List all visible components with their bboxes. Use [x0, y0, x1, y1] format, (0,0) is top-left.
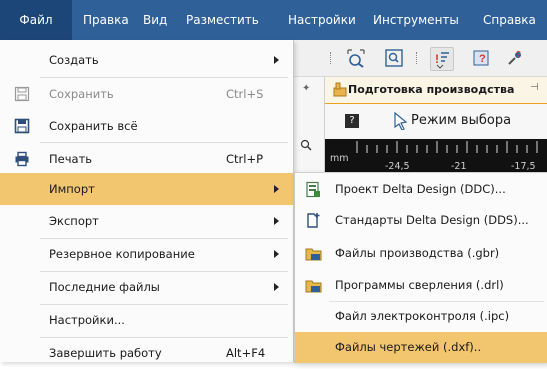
production-panel-header: Подготовка производства ⊣ — [325, 77, 547, 105]
menu-edit[interactable]: Правка — [83, 0, 129, 40]
selection-mode-button[interactable]: Режим выбора — [411, 104, 511, 138]
svg-text:?: ? — [479, 53, 486, 65]
drill-icon — [305, 277, 322, 294]
submenu-item-gerber[interactable]: Файлы производства (.gbr) — [295, 238, 547, 269]
save-icon — [14, 86, 30, 102]
toolbar-separator — [330, 52, 333, 64]
menu-item-export[interactable]: Экспорт — [0, 205, 293, 237]
submenu-item-dxf[interactable]: Файлы чертежей (.dxf).. — [295, 332, 547, 363]
submenu-item-label: Программы сверления (.drl) — [335, 278, 504, 292]
menu-item-label: Последние файлы — [49, 280, 160, 294]
zoom-window-icon[interactable] — [383, 47, 405, 69]
menu-bar: Файл Правка Вид Разместить Настройки Инс… — [0, 0, 547, 40]
gerber-icon — [305, 245, 322, 262]
menu-item-label: Завершить работу — [49, 346, 162, 360]
menu-item-recent-files[interactable]: Последние файлы — [0, 271, 293, 303]
submenu-item-label: Файлы производства (.gbr) — [335, 246, 500, 260]
submenu-arrow-icon — [274, 185, 279, 193]
menu-item-label: Импорт — [49, 182, 95, 196]
save-all-icon — [14, 118, 30, 134]
file-menu: Создать Сохранить Ctrl+S Сохранить всё П… — [0, 40, 294, 362]
link-icon[interactable]: ? — [504, 47, 526, 69]
submenu-item-ipc[interactable]: Файл электроконтроля (.ipc) — [295, 301, 547, 332]
menu-item-backup[interactable]: Резервное копирование — [0, 238, 293, 270]
cursor-icon — [393, 111, 409, 133]
pin-icon[interactable]: ✦ — [302, 83, 310, 94]
panel-title: Подготовка производства — [348, 83, 515, 96]
menu-item-save[interactable]: Сохранить Ctrl+S — [0, 78, 293, 110]
check-icon[interactable]: ? — [470, 47, 492, 69]
mode-bar: ? Режим выбора — [325, 104, 547, 138]
submenu-item-label: Стандарты Delta Design (DDS)... — [335, 213, 529, 227]
submenu-arrow-icon — [274, 217, 279, 225]
menu-item-label: Настройки... — [49, 313, 125, 327]
menu-item-import[interactable]: Импорт — [0, 173, 293, 205]
ruler-tick-label: -17,5 — [511, 161, 536, 172]
project-icon — [305, 181, 322, 198]
menu-item-exit[interactable]: Завершить работу Alt+F4 — [0, 337, 293, 369]
menu-place[interactable]: Разместить — [186, 0, 259, 40]
printer-icon — [14, 151, 30, 167]
toolbar: ! ? ? — [290, 40, 547, 77]
search-icon[interactable] — [300, 139, 312, 154]
menu-item-label: Экспорт — [49, 214, 99, 228]
pin-icon[interactable]: ⊣ — [530, 82, 539, 93]
menu-item-label: Создать — [49, 53, 99, 67]
menu-help[interactable]: Справка — [483, 0, 536, 40]
svg-text:!: ! — [435, 52, 439, 66]
submenu-item-label: Проект Delta Design (DDC)... — [335, 182, 506, 196]
toolbar-separator — [416, 52, 419, 64]
menu-item-create[interactable]: Создать — [0, 44, 293, 76]
svg-text:?: ? — [516, 50, 521, 59]
zoom-fit-icon[interactable] — [345, 47, 367, 69]
import-submenu: Проект Delta Design (DDC)... Стандарты D… — [294, 172, 547, 363]
ruler-unit: mm — [330, 153, 349, 164]
menu-settings[interactable]: Настройки — [288, 0, 356, 40]
menu-view[interactable]: Вид — [143, 0, 167, 40]
menu-item-label: Сохранить — [49, 87, 114, 101]
menu-item-shortcut: Alt+F4 — [226, 346, 266, 360]
menu-item-label: Печать — [49, 152, 93, 166]
menu-item-print[interactable]: Печать Ctrl+P — [0, 143, 293, 175]
menu-item-shortcut: Ctrl+S — [226, 87, 264, 101]
help-icon[interactable]: ? — [345, 114, 359, 128]
menu-item-label: Резервное копирование — [49, 247, 195, 261]
menu-item-save-all[interactable]: Сохранить всё — [0, 110, 293, 142]
sort-icon[interactable]: ! — [430, 47, 454, 71]
submenu-item-label: Файл электроконтроля (.ipc) — [335, 309, 510, 323]
ruler-tick-label: -24,5 — [385, 161, 410, 172]
submenu-arrow-icon — [274, 283, 279, 291]
submenu-arrow-icon — [274, 250, 279, 258]
menu-item-settings[interactable]: Настройки... — [0, 304, 293, 336]
submenu-item-label: Файлы чертежей (.dxf).. — [335, 340, 482, 354]
submenu-arrow-icon — [274, 56, 279, 64]
menu-file[interactable]: Файл — [0, 0, 72, 40]
menu-item-label: Сохранить всё — [49, 119, 138, 133]
ruler-tick-label: -21 — [451, 161, 467, 172]
submenu-item-drill[interactable]: Программы сверления (.drl) — [295, 270, 547, 301]
menu-item-shortcut: Ctrl+P — [226, 152, 264, 166]
production-icon — [333, 82, 347, 97]
menu-tools[interactable]: Инструменты — [373, 0, 459, 40]
submenu-item-project-ddc[interactable]: Проект Delta Design (DDC)... — [295, 174, 547, 205]
submenu-item-standards-dds[interactable]: Стандарты Delta Design (DDS)... — [295, 205, 547, 236]
standards-icon — [305, 212, 322, 229]
